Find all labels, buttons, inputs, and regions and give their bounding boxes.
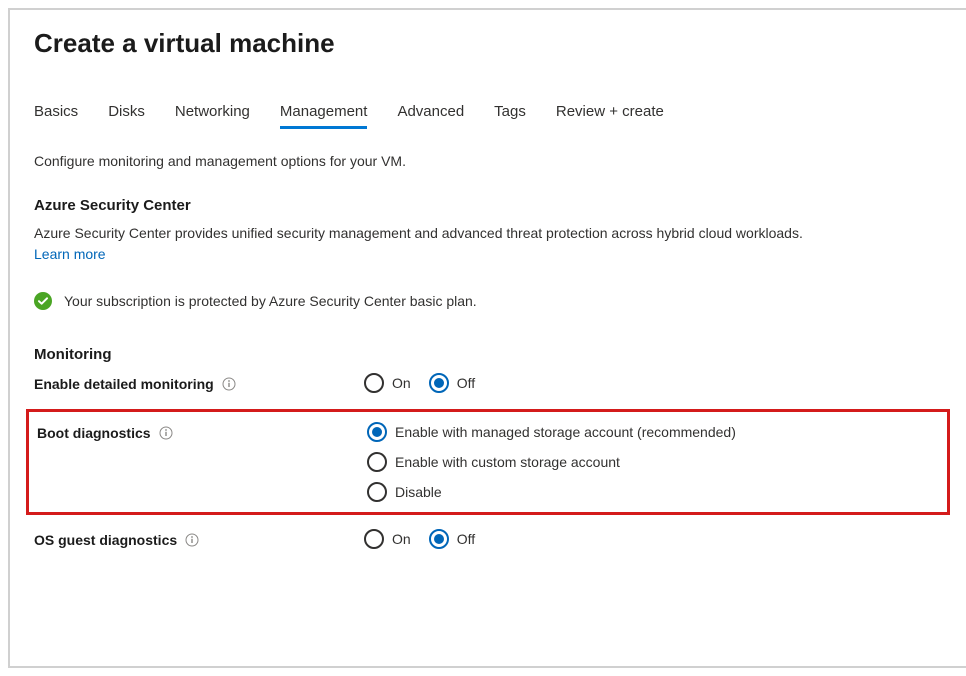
tabs-bar: Basics Disks Networking Management Advan… xyxy=(34,103,942,129)
info-icon[interactable] xyxy=(185,533,199,547)
radio-label: Disable xyxy=(395,484,442,500)
label-wrap-boot: Boot diagnostics xyxy=(37,422,367,441)
row-enable-detailed-monitoring: Enable detailed monitoring On Off xyxy=(34,373,942,393)
row-boot-diagnostics: Boot diagnostics Enable with managed sto… xyxy=(35,422,941,502)
radio-label: Enable with managed storage account (rec… xyxy=(395,424,736,440)
security-status-text: Your subscription is protected by Azure … xyxy=(64,293,477,309)
tab-tags[interactable]: Tags xyxy=(494,103,526,129)
tab-advanced[interactable]: Advanced xyxy=(397,103,464,129)
tab-review-create[interactable]: Review + create xyxy=(556,103,664,129)
check-circle-icon xyxy=(34,292,52,310)
radio-icon xyxy=(367,452,387,472)
radio-icon xyxy=(367,422,387,442)
highlight-boot-diagnostics: Boot diagnostics Enable with managed sto… xyxy=(26,409,950,515)
info-icon[interactable] xyxy=(159,426,173,440)
options-boot-diagnostics: Enable with managed storage account (rec… xyxy=(367,422,736,502)
radio-detailed-off[interactable]: Off xyxy=(429,373,475,393)
radio-icon xyxy=(364,373,384,393)
label-wrap-detailed: Enable detailed monitoring xyxy=(34,373,364,392)
monitoring-section-title: Monitoring xyxy=(34,346,942,363)
tab-basics[interactable]: Basics xyxy=(34,103,78,129)
security-section-title: Azure Security Center xyxy=(34,197,942,214)
radio-label: On xyxy=(392,375,411,391)
radio-icon xyxy=(429,529,449,549)
radio-label: Off xyxy=(457,375,475,391)
page-title: Create a virtual machine xyxy=(34,28,942,59)
radio-boot-disable[interactable]: Disable xyxy=(367,482,736,502)
options-os-guest: On Off xyxy=(364,529,475,549)
radio-label: On xyxy=(392,531,411,547)
options-enable-detailed: On Off xyxy=(364,373,475,393)
radio-label: Off xyxy=(457,531,475,547)
tab-networking[interactable]: Networking xyxy=(175,103,250,129)
label-os-guest: OS guest diagnostics xyxy=(34,532,177,548)
radio-os-guest-off[interactable]: Off xyxy=(429,529,475,549)
radio-os-guest-on[interactable]: On xyxy=(364,529,411,549)
radio-icon xyxy=(364,529,384,549)
row-os-guest-diagnostics: OS guest diagnostics On Off xyxy=(34,529,942,549)
learn-more-link[interactable]: Learn more xyxy=(34,246,106,262)
page-frame: Create a virtual machine Basics Disks Ne… xyxy=(8,8,966,668)
radio-label: Enable with custom storage account xyxy=(395,454,620,470)
label-boot-diagnostics: Boot diagnostics xyxy=(37,425,151,441)
radio-boot-custom[interactable]: Enable with custom storage account xyxy=(367,452,736,472)
label-enable-detailed: Enable detailed monitoring xyxy=(34,376,214,392)
tab-disks[interactable]: Disks xyxy=(108,103,145,129)
info-icon[interactable] xyxy=(222,377,236,391)
security-section-desc: Azure Security Center provides unified s… xyxy=(34,224,942,244)
radio-detailed-on[interactable]: On xyxy=(364,373,411,393)
radio-boot-managed[interactable]: Enable with managed storage account (rec… xyxy=(367,422,736,442)
security-status-row: Your subscription is protected by Azure … xyxy=(34,292,942,310)
radio-icon xyxy=(367,482,387,502)
radio-icon xyxy=(429,373,449,393)
tab-management[interactable]: Management xyxy=(280,103,368,129)
intro-text: Configure monitoring and management opti… xyxy=(34,153,942,169)
label-wrap-os-guest: OS guest diagnostics xyxy=(34,529,364,548)
